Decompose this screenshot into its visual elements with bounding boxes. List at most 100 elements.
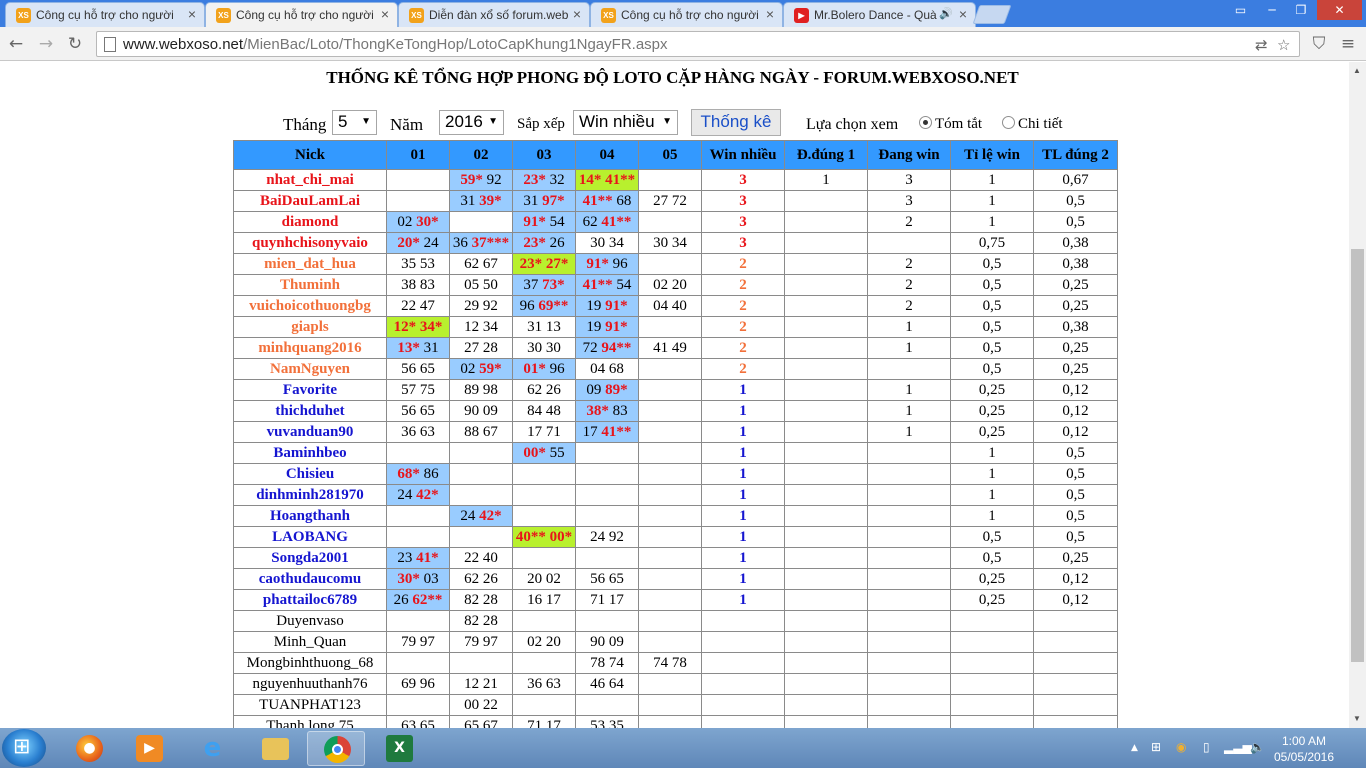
minimize-button[interactable]: ─ — [1258, 0, 1286, 20]
detail-radio-label[interactable]: Chi tiết — [1018, 116, 1063, 133]
nick-cell[interactable]: Chisieu — [233, 463, 387, 485]
close-icon[interactable]: × — [573, 6, 581, 22]
scrollbar-thumb[interactable] — [1351, 249, 1364, 662]
nick-cell[interactable]: thichduhet — [233, 400, 387, 422]
nick-cell[interactable]: Songda2001 — [233, 547, 387, 569]
nick-cell[interactable]: Hoangthanh — [233, 505, 387, 527]
hit-number: 00* — [549, 528, 573, 545]
view-mode-label: Lựa chọn xem — [806, 116, 899, 133]
close-window-button[interactable]: ✕ — [1317, 0, 1362, 20]
nick-cell[interactable]: dinhminh281970 — [233, 484, 387, 506]
address-bar[interactable]: www.webxoso.net/MienBac/Loto/ThongKeTong… — [96, 31, 1300, 57]
hit-number: 59* — [479, 360, 502, 377]
detail-radio[interactable] — [1002, 116, 1015, 129]
volume-icon[interactable]: 🔈 — [1250, 740, 1265, 754]
restore-button[interactable]: ❐ — [1287, 0, 1315, 20]
media-player-taskbar-icon[interactable]: ▶ — [120, 731, 178, 766]
forward-icon[interactable]: → — [35, 33, 57, 55]
tl2-cell — [1033, 715, 1118, 728]
back-icon[interactable]: ← — [5, 33, 27, 55]
statistics-button[interactable]: Thống kê — [691, 109, 781, 136]
hit-number: 94** — [601, 339, 632, 356]
table-row: quynhchisonyvaio 20* 24 36 37*** 23* 26 30 3… — [233, 232, 1118, 254]
shield-icon[interactable]: ⛉ — [1308, 33, 1330, 55]
loto-number: 96 — [612, 255, 628, 272]
tl2-cell: 0,5 — [1033, 526, 1118, 548]
user-icon[interactable]: ▭ — [1228, 0, 1253, 20]
day-cell: 23* 27* — [512, 253, 576, 275]
nick-cell[interactable]: vuichoicothuongbg — [233, 295, 387, 317]
firefox-taskbar-icon[interactable]: ● — [60, 731, 118, 766]
nick-cell[interactable]: Thanh long 75 — [233, 715, 387, 728]
close-icon[interactable]: × — [188, 6, 196, 22]
nick-cell[interactable]: vuvanduan90 — [233, 421, 387, 443]
browser-tab-active[interactable]: XS Công cụ hỗ trợ cho người × — [205, 2, 398, 27]
translate-icon[interactable]: ⇄ — [1255, 36, 1268, 54]
sort-select[interactable]: Win nhiều ▼ — [573, 110, 678, 135]
loto-number: 75 — [419, 381, 435, 398]
nick-cell[interactable]: giapls — [233, 316, 387, 338]
windows-flag-icon[interactable]: ⊞ — [1151, 740, 1161, 754]
loto-number: 50 — [482, 276, 498, 293]
day-cell — [638, 484, 702, 506]
browser-tab[interactable]: ▶ Mr.Bolero Dance - Quà 🔊 × — [783, 2, 976, 27]
bookmark-star-icon[interactable]: ☆ — [1277, 36, 1290, 54]
speaker-icon[interactable]: 🔊 — [939, 7, 953, 20]
dd1-cell — [784, 484, 868, 506]
close-icon[interactable]: × — [766, 6, 774, 22]
month-select[interactable]: 5 ▼ — [332, 110, 377, 135]
scroll-up-icon[interactable]: ▲ — [1353, 66, 1361, 75]
nick-cell[interactable]: mien_dat_hua — [233, 253, 387, 275]
new-tab-button[interactable] — [972, 5, 1012, 24]
reload-icon[interactable]: ↻ — [64, 33, 86, 55]
close-icon[interactable]: × — [959, 6, 967, 22]
browser-tab[interactable]: XS Công cụ hỗ trợ cho người × — [5, 2, 205, 27]
menu-icon[interactable]: ≡ — [1337, 33, 1359, 55]
nick-cell[interactable]: Baminhbeo — [233, 442, 387, 464]
nick-cell[interactable]: NamNguyen — [233, 358, 387, 380]
nick-cell[interactable]: phattailoc6789 — [233, 589, 387, 611]
excel-taskbar-icon[interactable]: X — [370, 731, 428, 766]
chrome-taskbar-icon[interactable] — [307, 731, 365, 766]
year-select[interactable]: 2016 ▼ — [439, 110, 504, 135]
browser-tab[interactable]: XS Công cụ hỗ trợ cho người × — [590, 2, 783, 27]
start-button[interactable] — [2, 729, 46, 767]
day-cell: 68* 86 — [386, 463, 450, 485]
hit-number: 91* — [605, 318, 628, 335]
nick-cell[interactable]: diamond — [233, 211, 387, 233]
nick-cell[interactable]: quynhchisonyvaio — [233, 232, 387, 254]
nick-cell[interactable]: LAOBANG — [233, 526, 387, 548]
nick-cell[interactable]: minhquang2016 — [233, 337, 387, 359]
url-text[interactable]: www.webxoso.net/MienBac/Loto/ThongKeTong… — [123, 36, 668, 53]
update-icon[interactable]: ◉ — [1176, 740, 1186, 754]
table-row: nhat_chi_mai 59* 92 23* 32 14* 41** 3 1 3 1 0,67 — [233, 169, 1118, 191]
nick-cell[interactable]: TUANPHAT123 — [233, 694, 387, 716]
loto-number: 05 — [464, 276, 480, 293]
page-scrollbar[interactable]: ▲ ▼ — [1349, 62, 1366, 728]
summary-radio[interactable] — [919, 116, 932, 129]
browser-tab[interactable]: XS Diễn đàn xổ số forum.web × — [398, 2, 590, 27]
nick-cell[interactable]: Thuminh — [233, 274, 387, 296]
battery-icon[interactable]: ▯ — [1203, 740, 1210, 754]
signal-icon[interactable]: ▂▃▅ — [1224, 740, 1252, 754]
close-icon[interactable]: × — [381, 6, 389, 22]
nick-cell[interactable]: caothudaucomu — [233, 568, 387, 590]
nick-cell[interactable]: BaiDauLamLai — [233, 190, 387, 212]
day-cell: 23* 32 — [512, 169, 576, 191]
nick-cell[interactable]: Favorite — [233, 379, 387, 401]
day-cell — [575, 694, 639, 716]
nick-cell[interactable]: Mongbinhthuong_68 — [233, 652, 387, 674]
nick-cell[interactable]: nguyenhuuthanh76 — [233, 673, 387, 695]
nick-cell[interactable]: Duyenvaso — [233, 610, 387, 632]
column-header: Tỉ lệ win — [950, 140, 1034, 170]
scroll-down-icon[interactable]: ▼ — [1353, 714, 1361, 723]
summary-radio-label[interactable]: Tóm tắt — [935, 116, 982, 133]
nick-cell[interactable]: nhat_chi_mai — [233, 169, 387, 191]
show-hidden-icons-icon[interactable]: ▲ — [1131, 743, 1138, 753]
internet-explorer-taskbar-icon[interactable]: e — [183, 731, 241, 766]
tlwin-cell — [950, 610, 1034, 632]
system-clock[interactable]: 1:00 AM 05/05/2016 — [1264, 733, 1344, 765]
nick-cell[interactable]: Minh_Quan — [233, 631, 387, 653]
file-explorer-taskbar-icon[interactable] — [246, 731, 304, 766]
loto-number: 04 — [590, 360, 606, 377]
